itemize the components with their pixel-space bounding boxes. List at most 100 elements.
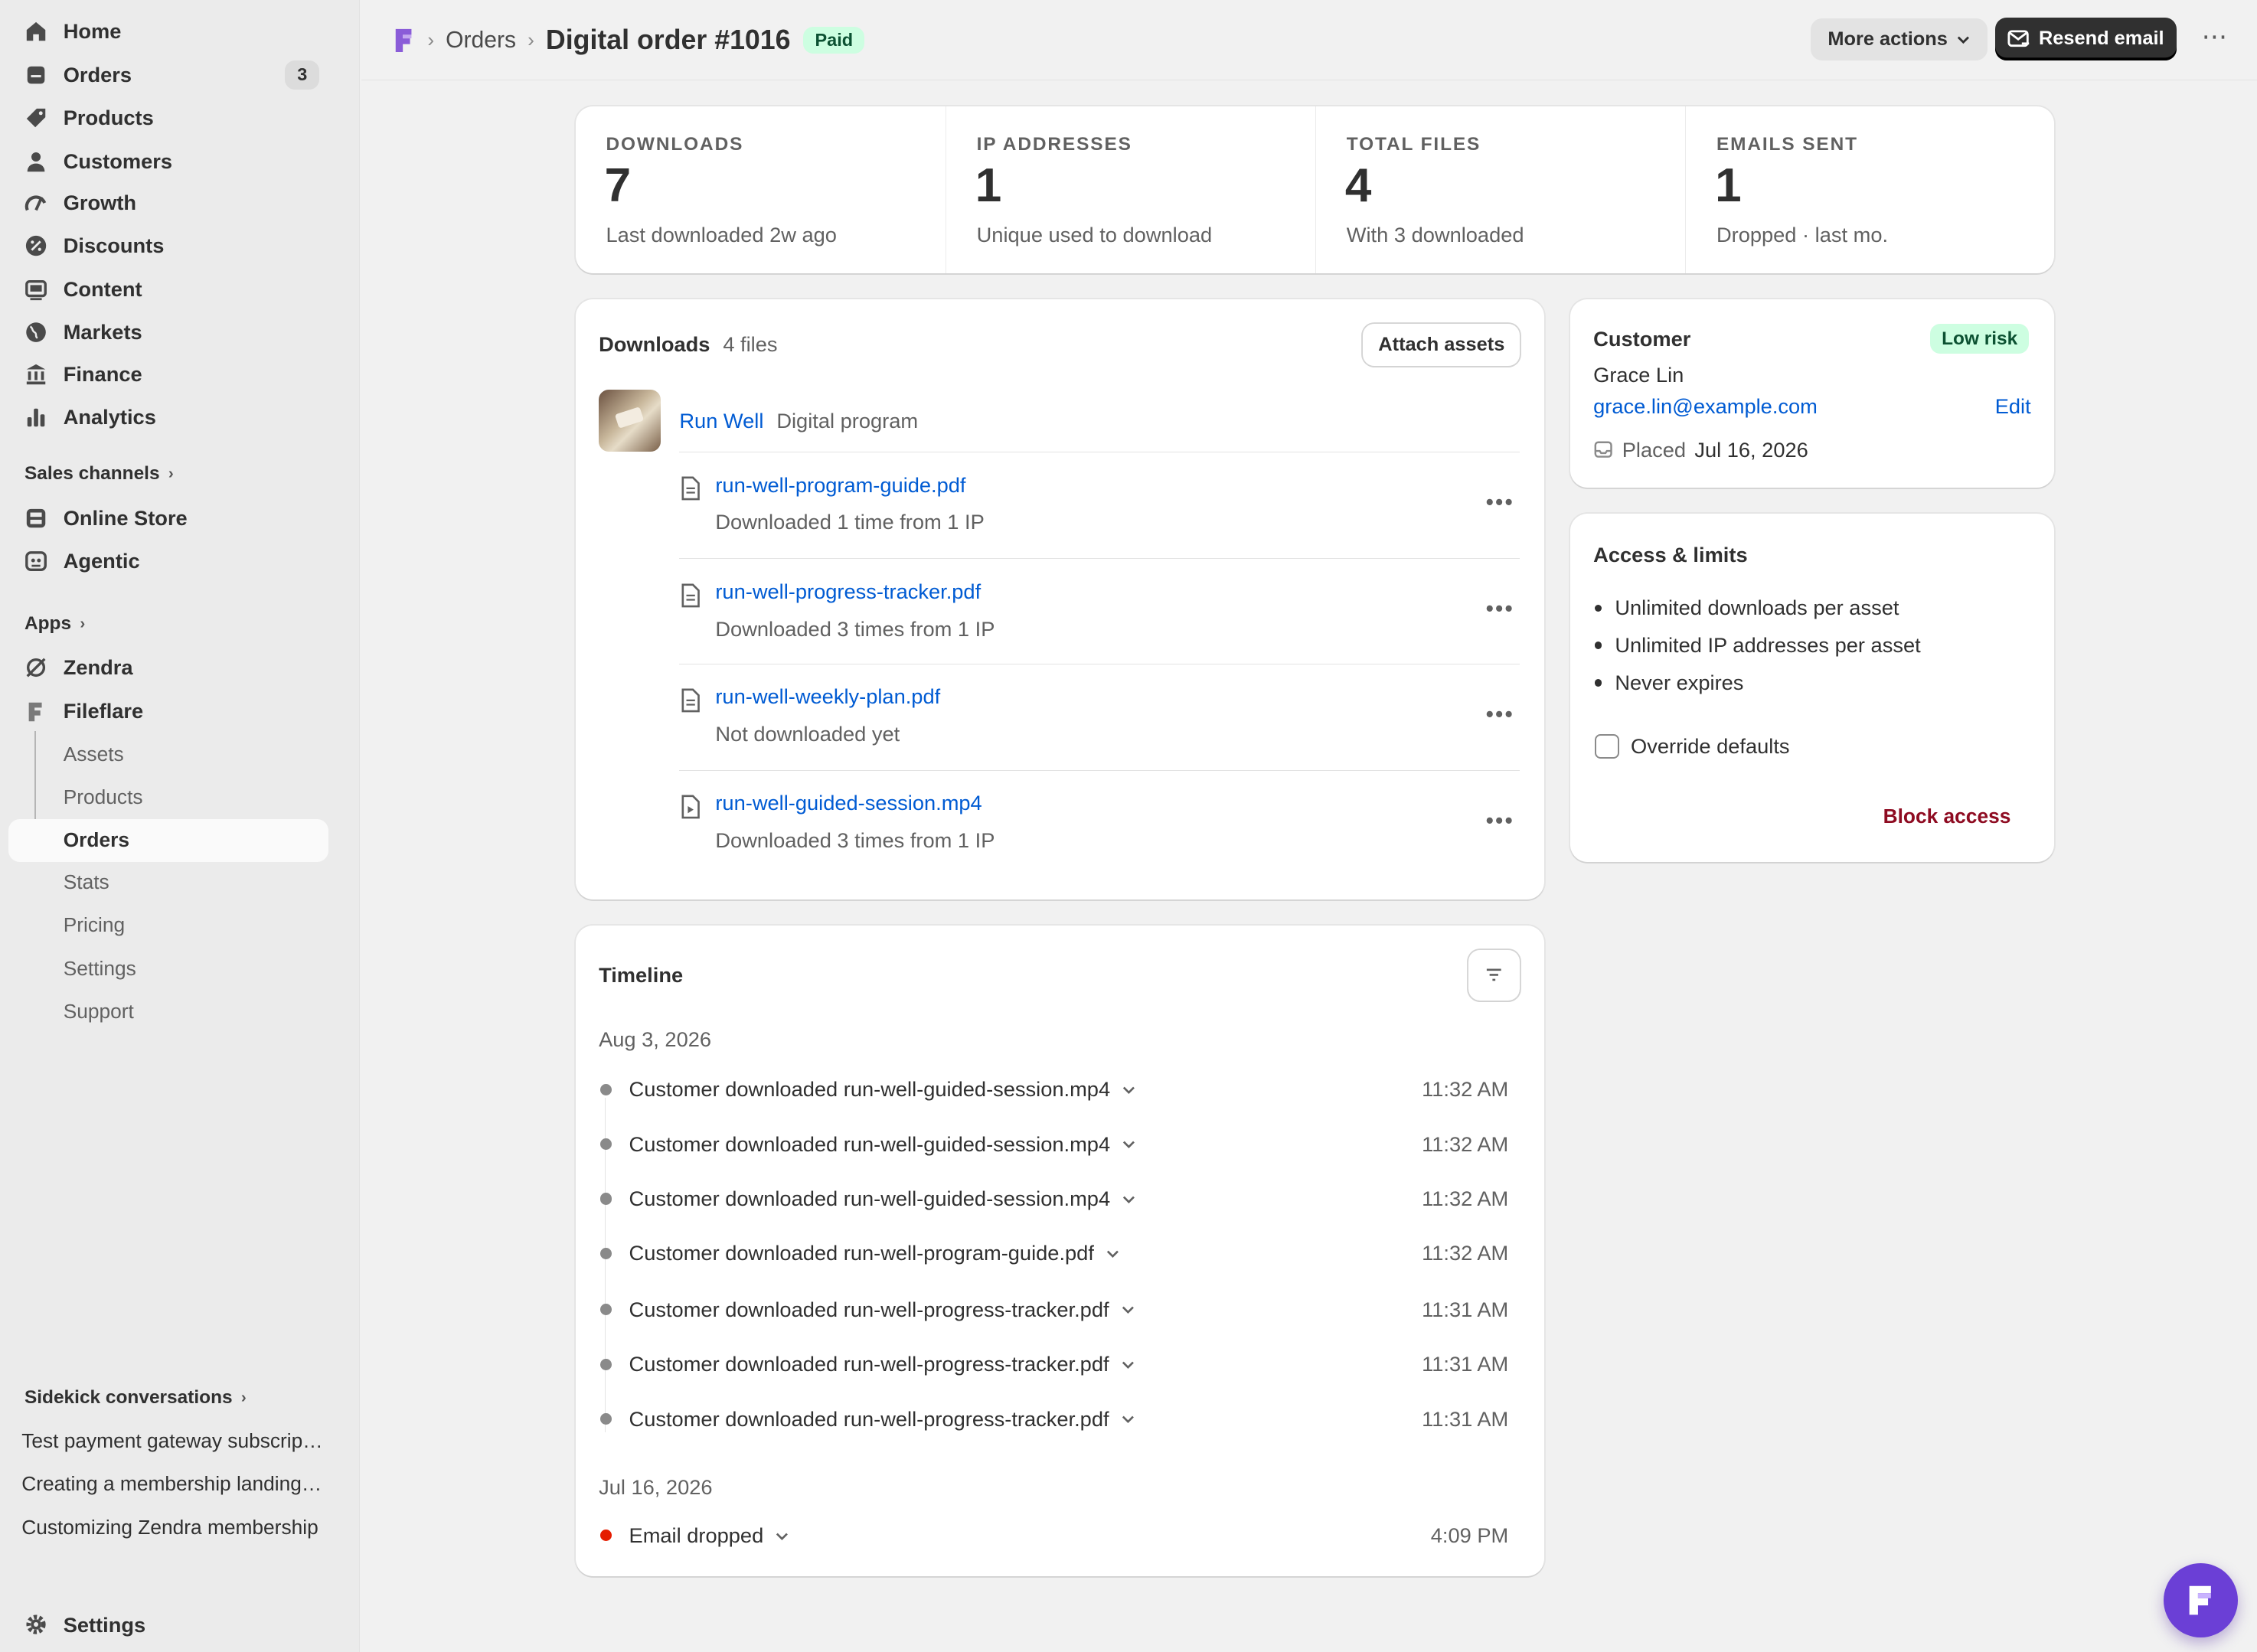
file-more-options-icon[interactable]: •••	[1486, 702, 1514, 728]
timeline-event[interactable]: Customer downloaded run-well-progress-tr…	[599, 1402, 1508, 1436]
apps-heading[interactable]: Apps ›	[24, 613, 85, 635]
nav-discounts[interactable]: Discounts	[8, 224, 328, 267]
nav-markets[interactable]: Markets	[8, 311, 328, 354]
timeline-event[interactable]: Customer downloaded run-well-guided-sess…	[599, 1127, 1508, 1161]
stat-label: TOTAL FILES	[1346, 133, 1481, 155]
edit-customer-link[interactable]: Edit	[1995, 394, 2031, 419]
file-link[interactable]: run-well-program-guide.pdf	[715, 473, 965, 498]
fileflare-icon	[24, 700, 47, 723]
more-actions-button[interactable]: More actions	[1811, 18, 1988, 60]
sub-item-settings[interactable]: Settings	[8, 947, 328, 990]
file-link[interactable]: run-well-weekly-plan.pdf	[715, 684, 940, 709]
product-link[interactable]: Run Well	[679, 409, 763, 433]
sidekick-conversation[interactable]: Customizing Zendra membership	[21, 1516, 324, 1539]
nav-online-store[interactable]: Online Store	[8, 497, 328, 540]
nav-analytics[interactable]: Analytics	[8, 396, 328, 439]
fileflare-logo-icon[interactable]	[393, 28, 416, 54]
stat-ip-addresses: IP ADDRESSES 1 Unique used to download	[946, 106, 1315, 274]
chevron-right-icon: ›	[80, 614, 86, 632]
timeline-time: 11:32 AM	[1422, 1187, 1509, 1210]
file-more-options-icon[interactable]: •••	[1486, 596, 1514, 622]
timeline-event[interactable]: Customer downloaded run-well-guided-sess…	[599, 1072, 1508, 1107]
stats-card: DOWNLOADS 7 Last downloaded 2w ago IP AD…	[576, 106, 2055, 274]
timeline-event[interactable]: Customer downloaded run-well-guided-sess…	[599, 1181, 1508, 1216]
nav-orders[interactable]: Orders 3	[8, 54, 328, 96]
nav-products[interactable]: Products	[8, 96, 328, 139]
sub-item-products[interactable]: Products	[8, 775, 328, 818]
nav-settings[interactable]: Settings	[8, 1603, 328, 1646]
nav-growth[interactable]: Growth	[8, 181, 328, 224]
content-icon	[24, 278, 47, 301]
discount-icon	[24, 234, 47, 257]
timeline-filter-button[interactable]	[1468, 950, 1520, 1001]
sub-item-orders[interactable]: Orders	[8, 818, 328, 863]
fileflare-assistant-button[interactable]	[2163, 1562, 2239, 1638]
sales-channels-heading[interactable]: Sales channels ›	[24, 463, 174, 485]
document-icon	[681, 476, 701, 501]
attach-assets-button[interactable]: Attach assets	[1363, 323, 1520, 366]
nav-content[interactable]: Content	[8, 268, 328, 311]
timeline-dot	[599, 1193, 612, 1205]
stat-total-files: TOTAL FILES 4 With 3 downloaded	[1315, 106, 1685, 274]
chevron-down-icon	[1122, 1361, 1134, 1369]
override-defaults-checkbox[interactable]	[1595, 733, 1619, 759]
file-row: run-well-program-guide.pdf Downloaded 1 …	[679, 452, 1520, 557]
nav-fileflare[interactable]: Fileflare	[8, 690, 328, 733]
stat-downloads: DOWNLOADS 7 Last downloaded 2w ago	[576, 106, 946, 273]
nav-finance[interactable]: Finance	[8, 353, 328, 396]
sidekick-heading[interactable]: Sidekick conversations ›	[24, 1387, 247, 1409]
timeline-event[interactable]: Email dropped 4:09 PM	[599, 1518, 1508, 1552]
file-status: Downloaded 1 time from 1 IP	[715, 510, 985, 534]
sub-item-assets[interactable]: Assets	[8, 733, 328, 775]
customer-title: Customer	[1593, 326, 1691, 351]
sub-item-support[interactable]: Support	[8, 990, 328, 1033]
file-more-options-icon[interactable]: •••	[1486, 490, 1514, 516]
file-status: Not downloaded yet	[715, 721, 900, 746]
home-icon	[24, 20, 47, 43]
nav-label: Finance	[63, 361, 142, 386]
access-limits-card: Access & limits Unlimited downloads per …	[1570, 514, 2054, 863]
downloads-header: Downloads 4 files	[599, 332, 777, 357]
timeline-event[interactable]: Customer downloaded run-well-program-gui…	[599, 1236, 1508, 1271]
timeline-event[interactable]: Customer downloaded run-well-progress-tr…	[599, 1347, 1508, 1382]
customer-email-link[interactable]: grace.lin@example.com	[1593, 394, 1818, 419]
stat-subtext: Unique used to download	[976, 223, 1213, 247]
stat-label: EMAILS SENT	[1716, 133, 1858, 155]
placed-date: Jul 16, 2026	[1694, 437, 1808, 462]
sidekick-conversation[interactable]: Creating a membership landing page	[21, 1472, 324, 1496]
bar-chart-icon	[24, 406, 47, 429]
sub-item-stats[interactable]: Stats	[8, 860, 328, 903]
tag-icon	[24, 106, 47, 129]
nav-zendra[interactable]: Zendra	[8, 646, 328, 689]
stat-subtext: With 3 downloaded	[1346, 223, 1524, 247]
chevron-down-icon	[1123, 1086, 1135, 1094]
downloads-title: Downloads	[599, 332, 710, 357]
nav-home[interactable]: Home	[8, 10, 328, 53]
sidekick-conversation[interactable]: Test payment gateway subscription	[21, 1429, 324, 1453]
nav-label: Settings	[63, 1612, 146, 1637]
timeline-event[interactable]: Customer downloaded run-well-progress-tr…	[599, 1292, 1508, 1327]
file-link[interactable]: run-well-progress-tracker.pdf	[715, 580, 981, 604]
block-access-button[interactable]: Block access	[1883, 805, 2011, 828]
timeline-date: Aug 3, 2026	[599, 1027, 712, 1052]
timeline-dot	[599, 1358, 612, 1370]
chevron-down-icon	[1122, 1307, 1134, 1314]
sub-item-pricing[interactable]: Pricing	[8, 904, 328, 947]
nav-customers[interactable]: Customers	[8, 139, 328, 182]
timeline-card: Timeline Aug 3, 2026 Customer downloaded…	[576, 925, 1545, 1576]
stat-emails-sent: EMAILS SENT 1 Dropped · last mo.	[1685, 106, 2055, 274]
product-thumbnail[interactable]	[599, 390, 661, 452]
nav-agentic[interactable]: Agentic	[8, 540, 328, 583]
chevron-right-icon: ›	[240, 1389, 247, 1407]
file-more-options-icon[interactable]: •••	[1486, 808, 1514, 834]
breadcrumb-orders-link[interactable]: Orders	[446, 28, 516, 54]
nav-label: Agentic	[63, 549, 140, 573]
page-more-options-icon[interactable]: ⋯	[2195, 22, 2236, 57]
file-link[interactable]: run-well-guided-session.mp4	[715, 791, 982, 815]
growth-icon	[24, 191, 47, 214]
resend-email-button[interactable]: Resend email	[1994, 17, 2177, 60]
override-defaults-label[interactable]: Override defaults	[1631, 734, 1790, 759]
timeline-time: 11:32 AM	[1422, 1077, 1509, 1102]
stat-label: DOWNLOADS	[606, 133, 744, 155]
file-row: run-well-weekly-plan.pdf Not downloaded …	[679, 663, 1520, 769]
